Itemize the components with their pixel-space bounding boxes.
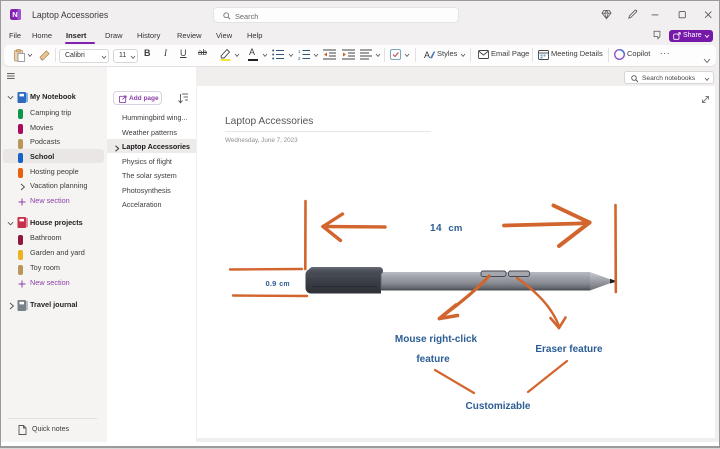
svg-text:Customizable: Customizable: [465, 401, 530, 412]
svg-text:0.9: 0.9: [265, 279, 276, 288]
svg-text:Mouse right-click: Mouse right-click: [395, 334, 478, 345]
svg-text:A: A: [424, 50, 430, 60]
svg-text:cm: cm: [279, 281, 290, 288]
svg-text:14: 14: [430, 223, 442, 234]
svg-text:N: N: [12, 10, 17, 19]
svg-text:2: 2: [298, 56, 301, 60]
svg-text:Eraser feature: Eraser feature: [535, 344, 603, 355]
svg-text:cm: cm: [448, 223, 462, 234]
svg-text:1: 1: [298, 49, 301, 54]
svg-text:feature: feature: [416, 354, 450, 365]
